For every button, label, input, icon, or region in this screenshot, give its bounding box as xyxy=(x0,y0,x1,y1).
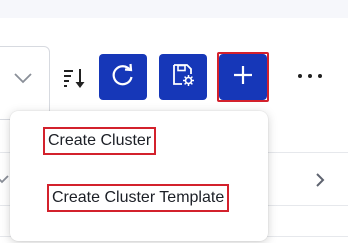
filter-select[interactable] xyxy=(0,46,50,120)
menu-item-label: Create Cluster Template xyxy=(47,184,230,212)
refresh-button[interactable] xyxy=(99,54,147,100)
plus-icon xyxy=(231,63,255,92)
refresh-icon xyxy=(110,62,136,93)
create-dropdown-menu: Create Cluster Create Cluster Template xyxy=(10,111,268,241)
more-horizontal-icon[interactable] xyxy=(296,64,324,88)
add-button[interactable] xyxy=(217,52,269,102)
menu-item-create-cluster-template[interactable]: Create Cluster Template xyxy=(10,181,268,221)
save-settings-icon xyxy=(170,62,196,93)
menu-item-create-cluster[interactable]: Create Cluster xyxy=(10,123,268,163)
chevron-right-icon[interactable] xyxy=(314,171,326,194)
chevron-down-icon xyxy=(13,71,33,89)
menu-item-label: Create Cluster xyxy=(43,127,157,155)
sort-descending-icon[interactable] xyxy=(62,66,88,92)
top-band xyxy=(0,0,348,18)
save-settings-button[interactable] xyxy=(159,54,207,100)
chevron-down-icon xyxy=(0,173,10,191)
